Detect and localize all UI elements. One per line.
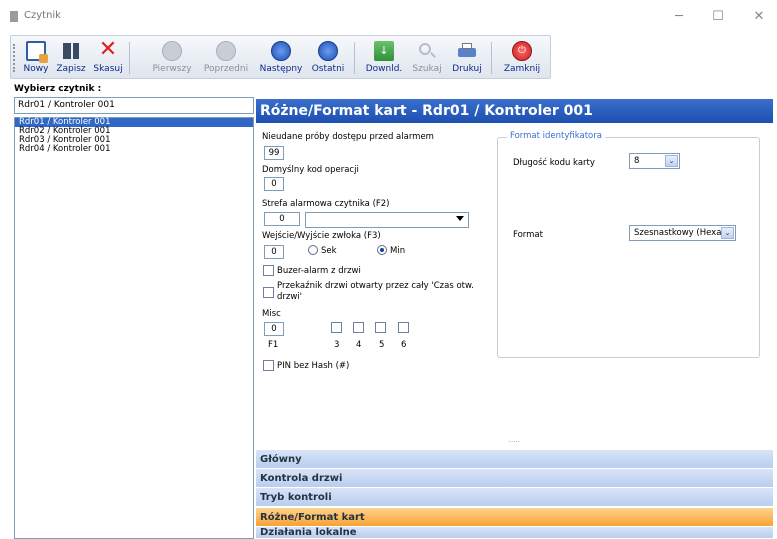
last-button[interactable]: Ostatni <box>308 38 348 78</box>
pin-without-hash-label: PIN bez Hash (#) <box>277 361 350 371</box>
window-title: Czytnik <box>24 10 61 21</box>
app-icon <box>10 11 18 22</box>
reader-search-input[interactable]: Rdr01 / Kontroler 001 <box>14 97 254 114</box>
toolbar: Nowy Zapisz ✕ Skasuj Pierwszy Poprzedni <box>0 34 777 80</box>
misc-5-checkbox[interactable] <box>375 322 386 333</box>
panel-title: Różne/Format kart - Rdr01 / Kontroler 00… <box>256 99 773 123</box>
tab-control-mode[interactable]: Tryb kontroli <box>256 488 773 507</box>
title-bar: Czytnik ─ ☐ ✕ <box>0 0 777 34</box>
alarm-zone-input[interactable]: 0 <box>264 212 300 226</box>
failed-attempts-label: Nieudane próby dostępu przed alarmem <box>262 132 434 142</box>
print-icon <box>457 41 477 61</box>
main-window: Czytnik ─ ☐ ✕ Nowy Zapisz ✕ Skasuj Pierw… <box>0 0 777 539</box>
save-button[interactable]: Zapisz <box>53 38 89 78</box>
save-icon <box>61 41 81 61</box>
delete-icon: ✕ <box>98 37 118 62</box>
next-button[interactable]: Następny <box>256 38 306 78</box>
misc-6-checkbox[interactable] <box>398 322 409 333</box>
new-button[interactable]: Nowy <box>23 38 49 78</box>
previous-icon <box>216 41 236 61</box>
chevron-down-icon: ⌄ <box>721 227 734 239</box>
reader-list[interactable]: Rdr01 / Kontroler 001 Rdr02 / Kontroler … <box>14 117 254 539</box>
misc-4-label: 4 <box>356 340 362 350</box>
relay-open-label-2: drzwi' <box>277 292 303 302</box>
toolbar-grip[interactable] <box>13 44 15 72</box>
list-item[interactable]: Rdr04 / Kontroler 001 <box>15 145 253 154</box>
new-icon <box>26 41 48 63</box>
misc-input[interactable]: 0 <box>264 322 284 336</box>
operation-code-label: Domyślny kod operacji <box>262 165 359 175</box>
delete-button[interactable]: ✕ Skasuj <box>91 38 125 78</box>
splitter-handle[interactable]: ····· <box>256 439 773 446</box>
card-length-dropdown[interactable]: 8 ⌄ <box>629 153 680 169</box>
chevron-down-icon <box>456 216 464 221</box>
misc-label: Misc <box>262 309 281 319</box>
format-label: Format <box>513 230 543 240</box>
download-button[interactable]: ↓ Downld. <box>362 38 406 78</box>
seconds-radio[interactable] <box>308 245 318 255</box>
operation-code-input[interactable]: 0 <box>264 177 284 191</box>
chevron-down-icon: ⌄ <box>665 155 678 167</box>
card-length-label: Długość kodu karty <box>513 158 595 168</box>
close-button[interactable]: ⏻ Zamknij <box>499 38 545 78</box>
seconds-radio-label: Sek <box>321 246 337 256</box>
toolbar-separator <box>354 42 355 74</box>
reader-select-label: Wybierz czytnik : <box>14 84 102 94</box>
tab-door-control[interactable]: Kontrola drzwi <box>256 469 773 488</box>
minutes-radio-label: Min <box>390 246 406 256</box>
last-icon <box>318 41 338 61</box>
close-window-button[interactable]: ✕ <box>747 6 771 28</box>
next-icon <box>271 41 291 61</box>
toolbar-separator <box>491 42 492 74</box>
minimize-button[interactable]: ─ <box>667 6 691 28</box>
tab-main[interactable]: Główny <box>256 450 773 469</box>
io-delay-input[interactable]: 0 <box>264 245 284 259</box>
misc-6-label: 6 <box>401 340 407 350</box>
previous-button[interactable]: Poprzedni <box>198 38 254 78</box>
relay-open-label: Przekaźnik drzwi otwarty przez cały 'Cza… <box>277 281 474 291</box>
power-icon: ⏻ <box>512 41 532 61</box>
toolbar-separator <box>129 42 130 74</box>
tab-local-actions[interactable]: Działania lokalne <box>256 527 773 539</box>
door-buzzer-checkbox[interactable] <box>263 265 274 276</box>
failed-attempts-input[interactable]: 99 <box>264 146 284 160</box>
toolbar-frame: Nowy Zapisz ✕ Skasuj Pierwszy Poprzedni <box>10 35 551 79</box>
search-button[interactable]: Szukaj <box>408 38 446 78</box>
card-format-group <box>497 137 760 358</box>
tab-misc-card-format[interactable]: Różne/Format kart <box>256 508 773 527</box>
print-button[interactable]: Drukuj <box>448 38 486 78</box>
relay-open-checkbox[interactable] <box>263 287 274 298</box>
maximize-button[interactable]: ☐ <box>706 6 730 28</box>
alarm-zone-dropdown[interactable] <box>305 212 469 228</box>
misc-3-label: 3 <box>334 340 340 350</box>
misc-5-label: 5 <box>379 340 385 350</box>
first-icon <box>162 41 182 61</box>
misc-f1-label: F1 <box>268 340 279 350</box>
misc-4-checkbox[interactable] <box>353 322 364 333</box>
search-icon <box>417 41 437 61</box>
first-button[interactable]: Pierwszy <box>148 38 196 78</box>
pin-without-hash-checkbox[interactable] <box>263 360 274 371</box>
format-dropdown[interactable]: Szesnastkowy (Hexa ⌄ <box>629 225 736 241</box>
misc-3-checkbox[interactable] <box>331 322 342 333</box>
minutes-radio[interactable] <box>377 245 387 255</box>
download-icon: ↓ <box>374 41 394 61</box>
io-delay-label: Wejście/Wyjście zwłoka (F3) <box>262 231 381 241</box>
card-format-group-label: Format identyfikatora <box>507 131 605 141</box>
door-buzzer-label: Buzer-alarm z drzwi <box>277 266 361 276</box>
alarm-zone-label: Strefa alarmowa czytnika (F2) <box>262 199 390 209</box>
